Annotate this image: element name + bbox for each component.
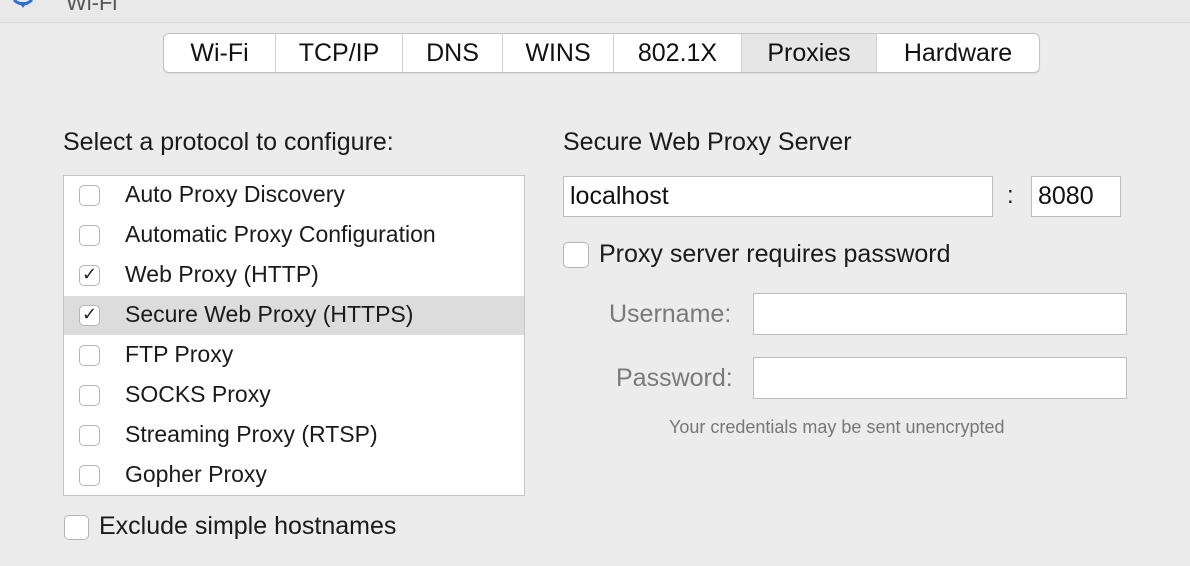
protocol-list[interactable]: Auto Proxy Discovery Automatic Proxy Con… — [63, 175, 525, 496]
protocol-row-auto-proxy-discovery[interactable]: Auto Proxy Discovery — [64, 176, 524, 215]
password-input[interactable] — [753, 357, 1127, 399]
protocol-row-gopher-proxy[interactable]: Gopher Proxy — [64, 456, 524, 495]
window-top-strip: Wi-Fi — [0, 0, 1190, 23]
password-label: Password: — [616, 364, 733, 392]
proxy-host-input[interactable]: localhost — [563, 176, 993, 217]
checkmark-icon: ✓ — [82, 264, 98, 285]
checkbox[interactable] — [79, 225, 100, 246]
window-title-fragment: Wi-Fi — [66, 0, 118, 15]
host-port-separator: : — [1007, 182, 1014, 209]
requires-password-label: Proxy server requires password — [599, 240, 951, 268]
protocol-label: Gopher Proxy — [125, 461, 267, 487]
tab-wifi[interactable]: Wi-Fi — [164, 34, 276, 72]
protocol-row-web-proxy-http[interactable]: ✓ Web Proxy (HTTP) — [64, 256, 524, 295]
protocol-row-secure-web-proxy-https[interactable]: ✓ Secure Web Proxy (HTTPS) — [64, 296, 524, 335]
protocol-label: Automatic Proxy Configuration — [125, 221, 436, 247]
exclude-simple-hostnames-label: Exclude simple hostnames — [99, 512, 397, 540]
checkbox[interactable] — [79, 465, 100, 486]
username-label: Username: — [609, 300, 732, 328]
protocol-row-automatic-proxy-configuration[interactable]: Automatic Proxy Configuration — [64, 216, 524, 255]
protocol-label: FTP Proxy — [125, 341, 234, 367]
checkbox[interactable]: ✓ — [79, 304, 100, 326]
tab-proxies[interactable]: Proxies — [742, 34, 877, 72]
tab-hardware[interactable]: Hardware — [877, 34, 1039, 72]
protocol-heading: Select a protocol to configure: — [63, 128, 394, 156]
checkbox[interactable] — [79, 425, 100, 446]
username-input[interactable] — [753, 293, 1127, 335]
tab-8021x[interactable]: 802.1X — [614, 34, 742, 72]
protocol-row-streaming-proxy-rtsp[interactable]: Streaming Proxy (RTSP) — [64, 416, 524, 455]
requires-password-checkbox[interactable] — [563, 242, 589, 268]
tab-wins[interactable]: WINS — [503, 34, 614, 72]
tab-tcpip[interactable]: TCP/IP — [276, 34, 403, 72]
checkbox[interactable] — [79, 345, 100, 366]
protocol-label: Web Proxy (HTTP) — [125, 261, 319, 287]
checkmark-icon: ✓ — [82, 304, 98, 325]
protocol-row-socks-proxy[interactable]: SOCKS Proxy — [64, 376, 524, 415]
checkbox[interactable] — [79, 185, 100, 206]
checkbox[interactable] — [79, 385, 100, 406]
checkbox[interactable]: ✓ — [79, 264, 100, 286]
protocol-row-ftp-proxy[interactable]: FTP Proxy — [64, 336, 524, 375]
protocol-label: SOCKS Proxy — [125, 381, 271, 407]
wifi-icon — [13, 0, 33, 8]
tab-bar: Wi-Fi TCP/IP DNS WINS 802.1X Proxies Har… — [163, 33, 1040, 73]
credentials-warning: Your credentials may be sent unencrypted — [669, 417, 1005, 437]
protocol-label: Auto Proxy Discovery — [125, 181, 345, 207]
exclude-simple-hostnames-checkbox[interactable] — [64, 515, 89, 540]
protocol-label: Streaming Proxy (RTSP) — [125, 421, 378, 447]
protocol-label: Secure Web Proxy (HTTPS) — [125, 301, 414, 327]
tab-dns[interactable]: DNS — [403, 34, 503, 72]
proxy-port-input[interactable]: 8080 — [1031, 176, 1121, 217]
server-heading: Secure Web Proxy Server — [563, 128, 852, 156]
